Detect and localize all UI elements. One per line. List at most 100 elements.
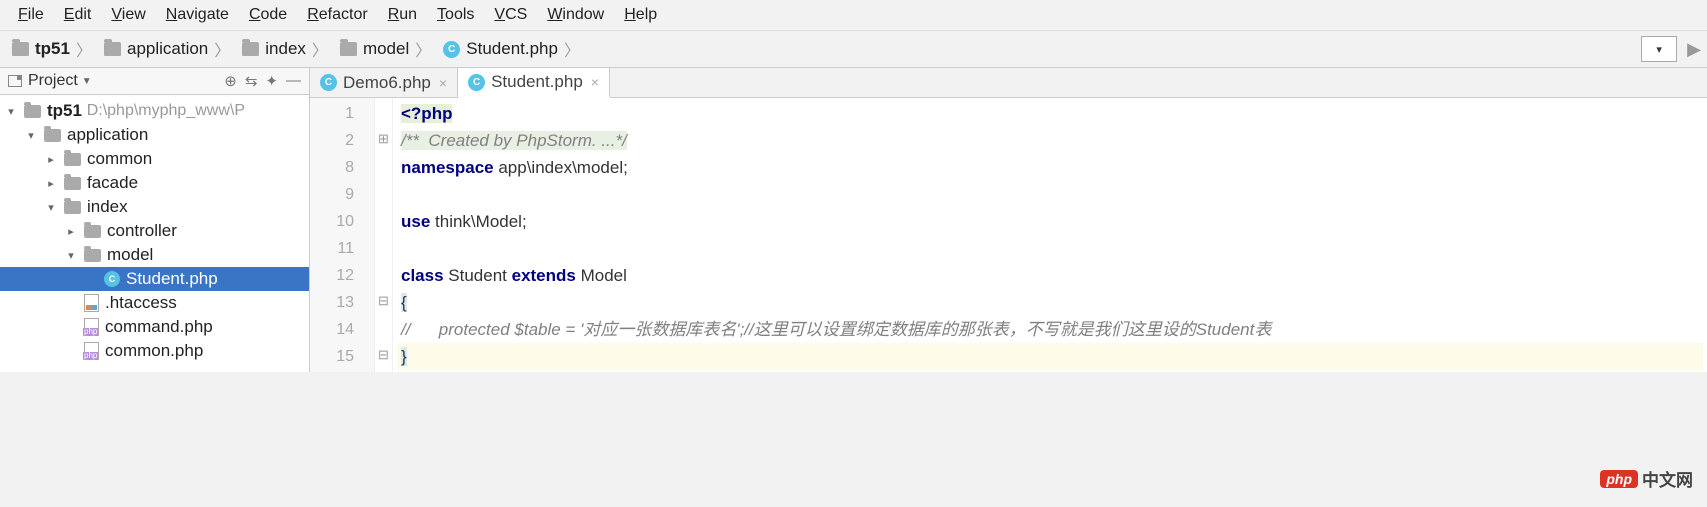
tree-item-index[interactable]: ▾ index [0, 195, 309, 219]
chevron-down-icon[interactable]: ▼ [82, 76, 92, 87]
menu-edit[interactable]: Edit [54, 4, 102, 26]
expander-icon[interactable]: ▾ [64, 249, 78, 262]
fold-toggle [375, 98, 392, 125]
breadcrumb-item[interactable]: application〉 [98, 35, 236, 63]
code-line[interactable]: <?php [397, 100, 1703, 127]
line-number: 10 [310, 208, 374, 235]
run-config-dropdown[interactable]: ▾ [1641, 36, 1677, 62]
project-header[interactable]: Project ▼ ⊕ ⇆ ✦ — [0, 68, 309, 95]
breadcrumb-item[interactable]: index〉 [236, 35, 334, 63]
target-icon[interactable]: ⊕ [224, 72, 237, 90]
code-line[interactable]: { [397, 289, 1703, 316]
menu-file[interactable]: File [8, 4, 54, 26]
tree-item-model[interactable]: ▾ model [0, 243, 309, 267]
php-class-icon: C [104, 271, 120, 287]
breadcrumb-arrow-icon: 〉 [312, 37, 328, 61]
menu-help[interactable]: Help [614, 4, 667, 26]
editor-area: C Demo6.php × C Student.php × 128910111213141… [310, 68, 1707, 372]
expander-icon[interactable]: ▸ [64, 225, 78, 238]
collapse-icon[interactable]: — [286, 72, 301, 90]
menu-vcs[interactable]: VCS [484, 4, 537, 26]
menu-refactor[interactable]: Refactor [297, 4, 377, 26]
menu-bar: FileEditViewNavigateCodeRefactorRunTools… [0, 0, 1707, 31]
folder-icon [64, 177, 81, 190]
breadcrumb-arrow-icon: 〉 [76, 37, 92, 61]
tree-item-student-php[interactable]: C Student.php [0, 267, 309, 291]
close-icon[interactable]: × [439, 75, 447, 91]
breadcrumb-item[interactable]: CStudent.php〉 [437, 35, 586, 63]
expander-icon[interactable]: ▸ [44, 153, 58, 166]
fold-toggle [375, 152, 392, 179]
code-line[interactable] [397, 181, 1703, 208]
fold-toggle[interactable]: ⊟ [375, 341, 392, 368]
tree-item-common-php[interactable]: common.php [0, 339, 309, 363]
tree-item-label: Student.php [126, 269, 218, 289]
editor-tab-student-php[interactable]: C Student.php × [458, 68, 610, 98]
code-line[interactable]: // protected $table = '对应一张数据库表名';//这里可以… [397, 316, 1703, 343]
menu-run[interactable]: Run [378, 4, 427, 26]
tree-root-name: tp51 [47, 101, 82, 121]
close-icon[interactable]: × [591, 74, 599, 90]
code-line[interactable] [397, 235, 1703, 262]
breadcrumb-label: tp51 [35, 39, 70, 59]
folder-icon [84, 249, 101, 262]
gutter: 1289101112131415 [310, 98, 375, 372]
tree-item-facade[interactable]: ▸facade [0, 171, 309, 195]
fold-toggle [375, 314, 392, 341]
breadcrumb-item[interactable]: model〉 [334, 35, 437, 63]
tree-item-label: model [107, 245, 153, 265]
menu-tools[interactable]: Tools [427, 4, 484, 26]
folder-icon [12, 42, 29, 56]
fold-toggle [375, 233, 392, 260]
breadcrumb-label: application [127, 39, 208, 59]
tree-item-label: application [67, 125, 148, 145]
tree-item-application[interactable]: ▾ application [0, 123, 309, 147]
folder-icon [64, 201, 81, 214]
tree-item-label: index [87, 197, 128, 217]
expander-icon[interactable]: ▸ [44, 177, 58, 190]
php-class-icon: C [443, 41, 460, 58]
expander-icon[interactable]: ▾ [24, 129, 38, 142]
code-line[interactable]: class Student extends Model [397, 262, 1703, 289]
menu-code[interactable]: Code [239, 4, 297, 26]
settings-icon[interactable]: ⇆ [245, 72, 258, 90]
gear-icon[interactable]: ✦ [265, 72, 278, 90]
tree-item-common[interactable]: ▸common [0, 147, 309, 171]
fold-toggle[interactable]: ⊟ [375, 287, 392, 314]
menu-view[interactable]: View [101, 4, 155, 26]
code-line[interactable]: use think\Model; [397, 208, 1703, 235]
expander-icon[interactable]: ▾ [44, 201, 58, 214]
fold-toggle [375, 206, 392, 233]
menu-navigate[interactable]: Navigate [156, 4, 239, 26]
menu-window[interactable]: Window [537, 4, 614, 26]
fold-toggle[interactable]: ⊞ [375, 125, 392, 152]
tree-root[interactable]: ▾ tp51 D:\php\myphp_www\P [0, 99, 309, 123]
tab-label: Student.php [491, 72, 583, 92]
run-button-icon[interactable]: ▶ [1687, 39, 1701, 60]
code-area[interactable]: <?php/** Created by PhpStorm. ...*/names… [393, 98, 1707, 372]
tree-item-controller[interactable]: ▸ controller [0, 219, 309, 243]
tree-item-label: controller [107, 221, 177, 241]
folder-icon [84, 225, 101, 238]
folder-icon [104, 42, 121, 56]
folder-icon [24, 105, 41, 118]
tree-item-command-php[interactable]: command.php [0, 315, 309, 339]
breadcrumb-label: Student.php [466, 39, 558, 59]
php-class-icon: C [320, 74, 337, 91]
breadcrumb-label: model [363, 39, 409, 59]
line-number: 12 [310, 262, 374, 289]
folder-icon [44, 129, 61, 142]
folder-icon [64, 153, 81, 166]
expander-icon[interactable]: ▾ [4, 105, 18, 118]
code-line[interactable]: namespace app\index\model; [397, 154, 1703, 181]
tree-item--htaccess[interactable]: .htaccess [0, 291, 309, 315]
fold-column: ⊞ ⊟ ⊟ [375, 98, 393, 372]
code-editor[interactable]: 1289101112131415 ⊞ ⊟ ⊟ <?php/** Created by… [310, 98, 1707, 372]
tab-label: Demo6.php [343, 73, 431, 93]
code-line[interactable]: /** Created by PhpStorm. ...*/ [397, 127, 1703, 154]
php-class-icon: C [468, 74, 485, 91]
breadcrumb-item[interactable]: tp51 〉 [6, 35, 98, 63]
editor-tab-demo6-php[interactable]: C Demo6.php × [310, 68, 458, 97]
tree-item-label: common.php [105, 341, 203, 361]
code-line[interactable]: } [397, 343, 1703, 370]
